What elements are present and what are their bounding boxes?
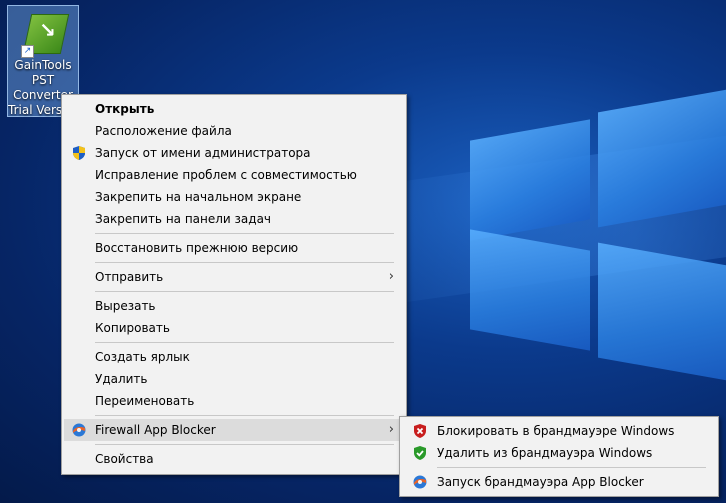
menu-item-firewall-app-blocker[interactable]: Firewall App Blocker ›	[64, 419, 404, 441]
red-shield-icon	[414, 424, 426, 438]
firewall-app-blocker-icon	[72, 423, 86, 437]
menu-item-label: Отправить	[95, 270, 164, 284]
menu-item-label: Восстановить прежнюю версию	[95, 241, 299, 255]
menu-item-pin-start[interactable]: Закрепить на начальном экране	[64, 186, 404, 208]
menu-item-label: Исправление проблем с совместимостью	[95, 168, 357, 182]
menu-item-label: Вырезать	[95, 299, 156, 313]
menu-item-label: Расположение файла	[95, 124, 232, 138]
menu-separator	[95, 291, 394, 292]
submenu-item-label: Блокировать в брандмауэре Windows	[437, 424, 675, 438]
menu-item-open[interactable]: Открыть	[64, 98, 404, 120]
menu-item-rename[interactable]: Переименовать	[64, 390, 404, 412]
menu-item-label: Свойства	[95, 452, 154, 466]
menu-separator	[437, 467, 706, 468]
firewall-app-blocker-icon	[413, 475, 427, 489]
submenu-arrow-icon: ›	[388, 269, 394, 284]
green-shield-icon	[414, 446, 426, 460]
menu-separator	[95, 233, 394, 234]
submenu-item-label: Запуск брандмауэра App Blocker	[437, 475, 644, 489]
menu-item-properties[interactable]: Свойства	[64, 448, 404, 470]
menu-item-pin-taskbar[interactable]: Закрепить на панели задач	[64, 208, 404, 230]
menu-item-label: Переименовать	[95, 394, 195, 408]
desktop-icon-label-line: GainTools	[14, 58, 72, 72]
book-arrow-icon: ↘ ↗	[21, 12, 70, 58]
menu-item-create-shortcut[interactable]: Создать ярлык	[64, 346, 404, 368]
menu-item-label: Открыть	[95, 102, 155, 116]
desktop-icon-label-line: PST	[31, 73, 55, 87]
menu-separator	[95, 342, 394, 343]
menu-item-restore-previous[interactable]: Восстановить прежнюю версию	[64, 237, 404, 259]
menu-item-label: Удалить	[95, 372, 148, 386]
menu-item-copy[interactable]: Копировать	[64, 317, 404, 339]
submenu-item-remove[interactable]: Удалить из брандмауэра Windows	[402, 442, 716, 464]
uac-shield-icon	[73, 146, 85, 160]
menu-item-label: Копировать	[95, 321, 170, 335]
menu-item-send-to[interactable]: Отправить ›	[64, 266, 404, 288]
menu-item-troubleshoot-compat[interactable]: Исправление проблем с совместимостью	[64, 164, 404, 186]
menu-item-run-as-admin[interactable]: Запуск от имени администратора	[64, 142, 404, 164]
submenu-arrow-icon: ›	[388, 422, 394, 437]
menu-item-label: Создать ярлык	[95, 350, 190, 364]
menu-item-cut[interactable]: Вырезать	[64, 295, 404, 317]
submenu-item-launch[interactable]: Запуск брандмауэра App Blocker	[402, 471, 716, 493]
context-menu: Открыть Расположение файла Запуск от име…	[61, 94, 407, 475]
submenu-item-block[interactable]: Блокировать в брандмауэре Windows	[402, 420, 716, 442]
submenu-item-label: Удалить из брандмауэра Windows	[437, 446, 653, 460]
menu-item-label: Запуск от имени администратора	[95, 146, 311, 160]
menu-item-delete[interactable]: Удалить	[64, 368, 404, 390]
menu-separator	[95, 415, 394, 416]
menu-item-file-location[interactable]: Расположение файла	[64, 120, 404, 142]
shortcut-arrow-icon: ↗	[21, 45, 34, 58]
menu-item-label: Закрепить на панели задач	[95, 212, 272, 226]
menu-item-label: Закрепить на начальном экране	[95, 190, 302, 204]
menu-separator	[95, 444, 394, 445]
menu-item-label: Firewall App Blocker	[95, 423, 216, 437]
menu-separator	[95, 262, 394, 263]
firewall-submenu: Блокировать в брандмауэре Windows Удалит…	[399, 416, 719, 497]
